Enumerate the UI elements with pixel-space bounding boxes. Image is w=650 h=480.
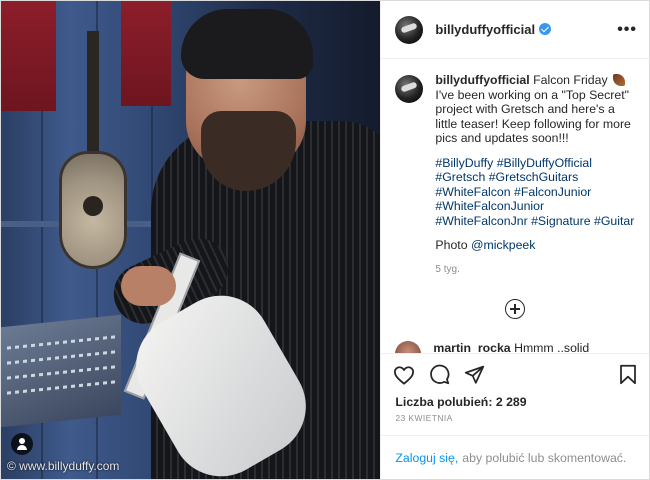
- caption-line1: Falcon Friday: [533, 73, 608, 87]
- guitar-emoji-icon: [613, 74, 626, 86]
- header-username[interactable]: billyduffyofficial: [435, 22, 552, 37]
- comment-body: Hmmm ..solid: [514, 341, 590, 353]
- red-acoustic-panel: [121, 1, 171, 106]
- bookmark-icon[interactable]: [619, 364, 637, 385]
- photo-credit-prefix: Photo: [435, 238, 471, 252]
- verified-badge-icon: [539, 23, 552, 35]
- photo-credit: Photo @mickpeek: [435, 238, 635, 253]
- post-photo[interactable]: © www.billyduffy.com: [1, 1, 381, 479]
- post-side-panel: billyduffyofficial ••• billyduffyofficia…: [380, 1, 649, 479]
- hashtag-link[interactable]: #BillyDuffyOfficial: [497, 156, 592, 170]
- login-prompt: Zaloguj się, aby polubić lub skomentować…: [381, 435, 649, 479]
- photo-credit-mention[interactable]: @mickpeek: [471, 238, 535, 252]
- hashtag-link[interactable]: #Guitar: [594, 214, 634, 228]
- acoustic-guitar-soundhole: [83, 196, 103, 216]
- more-options-icon[interactable]: •••: [617, 21, 637, 39]
- share-icon[interactable]: [464, 364, 485, 385]
- post-date: 23 KWIETNIA: [395, 413, 453, 423]
- login-link[interactable]: Zaloguj się,: [395, 451, 458, 465]
- mixer-knob-row: [7, 335, 115, 350]
- load-more-comments[interactable]: [395, 299, 635, 319]
- hashtag-link[interactable]: #WhiteFalconJunior: [435, 199, 544, 213]
- hashtag-link[interactable]: #GretschGuitars: [489, 170, 579, 184]
- post-header: billyduffyofficial •••: [381, 1, 649, 59]
- mixer-knob-row: [7, 365, 115, 380]
- hashtag-link[interactable]: #Signature: [531, 214, 590, 228]
- hashtag-link[interactable]: #BillyDuffy: [435, 156, 493, 170]
- avatar[interactable]: [395, 15, 424, 44]
- header-username-text[interactable]: billyduffyofficial: [435, 22, 535, 37]
- caption-scroll-area[interactable]: billyduffyofficial Falcon Friday I've be…: [381, 59, 649, 353]
- caption: billyduffyofficial Falcon Friday I've be…: [395, 73, 635, 277]
- musician-hair: [181, 9, 313, 79]
- hashtag-list: #BillyDuffy #BillyDuffyOfficial #Gretsch…: [435, 156, 635, 229]
- hashtag-link[interactable]: #Gretsch: [435, 170, 485, 184]
- red-acoustic-panel: [1, 1, 56, 111]
- musician-hand: [121, 266, 176, 306]
- post-time-ago[interactable]: 5 tyg.: [435, 263, 635, 278]
- login-prompt-text: aby polubić lub skomentować.: [462, 450, 627, 465]
- avatar[interactable]: [395, 75, 424, 103]
- photo-watermark: © www.billyduffy.com: [7, 459, 120, 473]
- hashtag-link[interactable]: #FalconJunior: [514, 185, 591, 199]
- hashtag-link[interactable]: #WhiteFalconJnr: [435, 214, 527, 228]
- comment-username[interactable]: martin_rocka: [433, 341, 510, 353]
- comment-text: martin_rocka Hmmm ..solid: [433, 341, 589, 353]
- avatar[interactable]: [395, 341, 422, 353]
- post-actions-bar: [381, 353, 649, 395]
- likes-count[interactable]: Liczba polubień: 2 289: [381, 395, 649, 409]
- mixer-knob-row: [7, 380, 115, 395]
- acoustic-guitar-neck: [87, 31, 99, 161]
- instagram-post: © www.billyduffy.com billyduffyofficial …: [0, 0, 650, 480]
- hashtag-link[interactable]: #WhiteFalcon: [435, 185, 510, 199]
- heart-icon[interactable]: [393, 365, 415, 385]
- caption-body: billyduffyofficial Falcon Friday I've be…: [435, 73, 635, 146]
- caption-message: I've been working on a "Top Secret" proj…: [435, 87, 631, 146]
- mixing-desk: [1, 314, 121, 428]
- person-tag-icon[interactable]: [11, 433, 33, 455]
- mixer-knob-row: [7, 350, 115, 365]
- caption-text: billyduffyofficial Falcon Friday I've be…: [435, 73, 635, 277]
- comment-item: martin_rocka Hmmm ..solid: [395, 341, 635, 353]
- caption-username[interactable]: billyduffyofficial: [435, 73, 529, 87]
- plus-circle-icon[interactable]: [505, 299, 526, 319]
- comment-icon[interactable]: [429, 364, 450, 385]
